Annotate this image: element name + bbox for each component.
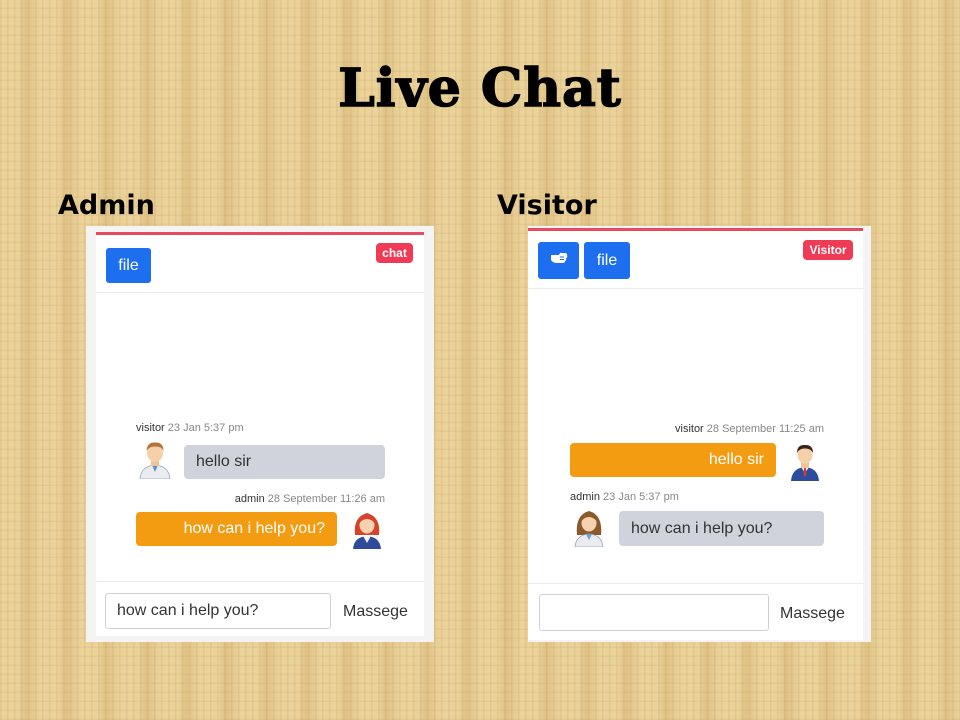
visitor-message-1-sender: visitor	[675, 423, 704, 435]
admin-chat-panel: file chat visitor 23 Jan 5:37 pm hello s…	[86, 226, 434, 642]
visitor-file-button[interactable]: file	[584, 242, 630, 279]
visitor-message-2-meta: admin 23 Jan 5:37 pm	[570, 491, 679, 503]
visitor-message-input[interactable]	[539, 594, 769, 631]
visitor-message-2-sender: admin	[570, 491, 600, 503]
male-avatar-suit-icon	[787, 441, 823, 481]
admin-message-2-sender: admin	[234, 493, 265, 505]
visitor-message-2-time: 23 Jan 5:37 pm	[603, 491, 679, 503]
visitor-send-label[interactable]: Massege	[780, 605, 845, 623]
admin-section-label: Admin	[58, 190, 155, 221]
admin-file-button[interactable]: file	[106, 248, 151, 283]
admin-message-1-bubble: hello sir	[184, 445, 385, 479]
visitor-chat-card: file Visitor visitor 28 September 11:25 …	[528, 228, 863, 640]
visitor-chat-footer: Massege	[528, 583, 863, 643]
visitor-message-1-time: 28 September 11:25 am	[706, 423, 824, 435]
visitor-hand-button[interactable]	[538, 242, 579, 279]
visitor-chat-header: file Visitor	[528, 231, 863, 289]
pointing-hand-icon	[549, 250, 569, 271]
admin-message-1-meta: visitor 23 Jan 5:37 pm	[136, 422, 244, 434]
visitor-section-label: Visitor	[497, 190, 597, 221]
visitor-message-1-meta: visitor 28 September 11:25 am	[648, 423, 824, 435]
visitor-chat-panel: file Visitor visitor 28 September 11:25 …	[528, 226, 871, 642]
admin-send-label[interactable]: Massege	[343, 603, 408, 621]
admin-message-2-time: 28 September 11:26 am	[267, 493, 385, 505]
admin-chat-footer: how can i help you? Massege	[96, 581, 424, 639]
female-avatar-icon	[571, 507, 607, 548]
admin-message-1-sender: visitor	[136, 422, 165, 434]
male-avatar-icon	[137, 439, 173, 480]
admin-chat-badge: chat	[376, 243, 413, 263]
page-title: Live Chat	[337, 57, 622, 120]
admin-message-2-bubble: how can i help you?	[136, 512, 337, 546]
visitor-message-1-bubble: hello sir	[570, 443, 776, 477]
visitor-message-2-bubble: how can i help you?	[619, 511, 824, 546]
admin-message-input[interactable]: how can i help you?	[105, 593, 331, 629]
admin-chat-header: file chat	[96, 235, 424, 293]
admin-chat-card: file chat visitor 23 Jan 5:37 pm hello s…	[96, 232, 424, 636]
female-avatar-icon	[349, 509, 385, 549]
visitor-badge: Visitor	[803, 240, 853, 260]
admin-message-2-meta: admin 28 September 11:26 am	[230, 493, 385, 505]
admin-message-1-time: 23 Jan 5:37 pm	[167, 422, 244, 434]
